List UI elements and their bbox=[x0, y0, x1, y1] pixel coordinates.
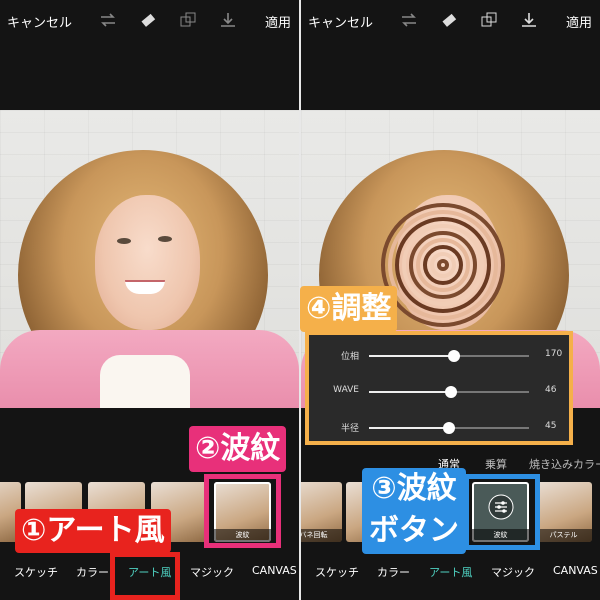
slider-knob[interactable] bbox=[443, 422, 455, 434]
category-tabs: スケッチ カラー アート風 マジック CANVAS bbox=[301, 562, 600, 582]
swap-icon[interactable] bbox=[399, 10, 419, 30]
top-bar: キャンセル 適用 bbox=[0, 0, 299, 40]
slider-knob[interactable] bbox=[444, 386, 457, 398]
ripple-effect-overlay[interactable] bbox=[378, 200, 508, 330]
left-eye bbox=[117, 238, 131, 244]
highlight-ripple-thumb bbox=[204, 474, 281, 548]
top-bar: キャンセル 適用 bbox=[301, 0, 600, 40]
blend-mode-multiply[interactable]: 乗算 bbox=[485, 456, 507, 472]
slider-value: 170 bbox=[545, 349, 563, 359]
tab-art[interactable]: アート風 bbox=[429, 564, 472, 580]
eraser-icon[interactable] bbox=[138, 10, 158, 30]
tab-magic[interactable]: マジック bbox=[190, 564, 234, 580]
callout-ripple-button: ③波紋 ボタン bbox=[362, 468, 466, 554]
cancel-button[interactable]: キャンセル bbox=[7, 12, 72, 31]
highlight-art-tab bbox=[110, 552, 180, 600]
pastel-effect-thumb[interactable]: パステル bbox=[535, 482, 592, 542]
photo-canvas[interactable] bbox=[0, 110, 299, 408]
slider-fill bbox=[369, 355, 454, 357]
apply-button[interactable]: 適用 bbox=[265, 12, 291, 31]
thumb-label: バネ回転 bbox=[301, 529, 342, 542]
tab-canvas[interactable]: CANVAS bbox=[252, 564, 297, 577]
slider-value: 45 bbox=[545, 421, 557, 431]
highlight-ripple-button bbox=[464, 474, 540, 550]
slider-track[interactable] bbox=[369, 350, 529, 362]
slider-value: 46 bbox=[545, 385, 557, 395]
tab-color[interactable]: カラー bbox=[377, 564, 410, 580]
callout-art-style: ①アート風 bbox=[15, 509, 171, 553]
slider-row-radius: 半径 45 bbox=[309, 415, 569, 439]
tab-color[interactable]: カラー bbox=[76, 564, 109, 580]
swap-icon[interactable] bbox=[98, 10, 118, 30]
slider-row-wave: WAVE 46 bbox=[309, 379, 569, 403]
tab-canvas[interactable]: CANVAS bbox=[553, 564, 598, 577]
callout-ripple: ②波紋 bbox=[189, 426, 287, 472]
cancel-button[interactable]: キャンセル bbox=[308, 12, 373, 31]
callout-adjust: ④調整 bbox=[300, 286, 398, 332]
tab-magic[interactable]: マジック bbox=[491, 564, 535, 580]
slider-track[interactable] bbox=[369, 386, 529, 398]
slider-row-phase: 位相 170 bbox=[309, 343, 569, 367]
right-eye bbox=[158, 236, 172, 242]
apply-button[interactable]: 適用 bbox=[566, 12, 592, 31]
compare-icon[interactable] bbox=[178, 10, 198, 30]
slider-knob[interactable] bbox=[447, 350, 460, 362]
callout-ripple-button-line1: ③波紋 bbox=[371, 471, 457, 506]
download-icon[interactable] bbox=[218, 10, 238, 30]
tab-sketch[interactable]: スケッチ bbox=[14, 564, 58, 580]
slider-fill bbox=[369, 391, 451, 393]
face bbox=[95, 195, 200, 330]
callout-ripple-button-line2: ボタン bbox=[369, 513, 459, 548]
blend-mode-color-burn[interactable]: 焼き込みカラー bbox=[529, 456, 600, 472]
adjustment-panel: 位相 170 WAVE 46 半径 45 bbox=[305, 331, 573, 445]
thumb-label: パステル bbox=[535, 529, 592, 542]
slider-track[interactable] bbox=[369, 422, 529, 434]
slider-fill bbox=[369, 427, 449, 429]
download-icon[interactable] bbox=[519, 10, 539, 30]
slider-label: 半径 bbox=[340, 424, 359, 434]
compare-icon[interactable] bbox=[479, 10, 499, 30]
slider-label: WAVE bbox=[333, 385, 359, 395]
tab-sketch[interactable]: スケッチ bbox=[315, 564, 359, 580]
shirt bbox=[100, 355, 190, 408]
eraser-icon[interactable] bbox=[439, 10, 459, 30]
slider-label: 位相 bbox=[340, 352, 359, 362]
effect-thumb[interactable]: バネ回転 bbox=[301, 482, 342, 542]
